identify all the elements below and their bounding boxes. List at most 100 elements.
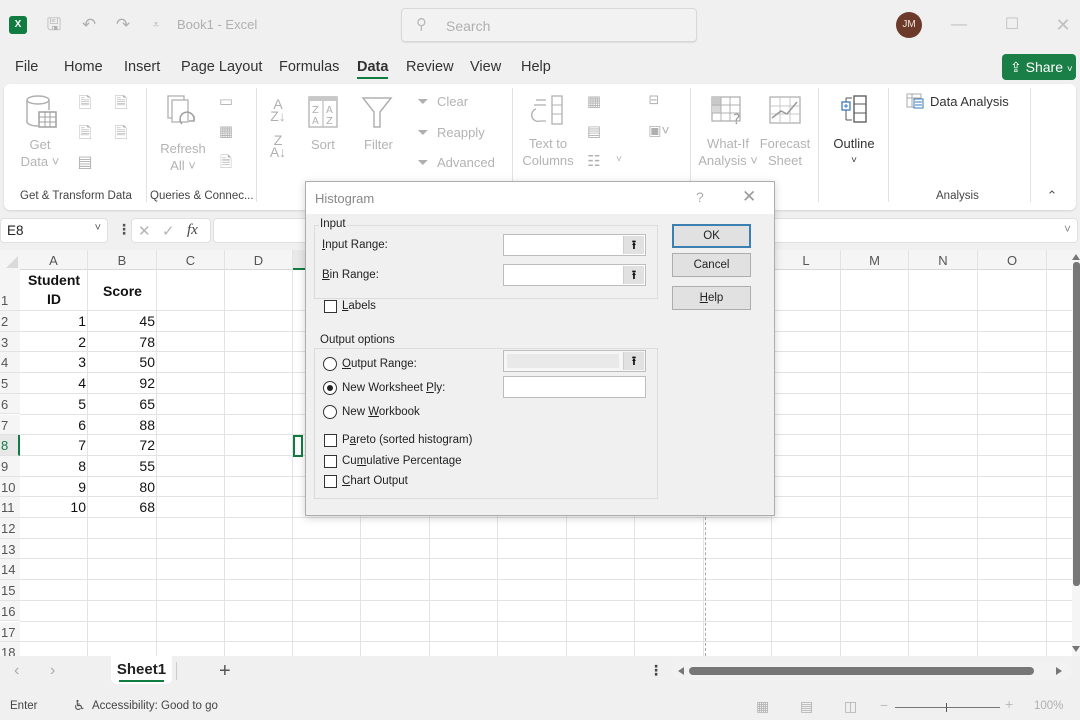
bin-range-field[interactable]: ⭱ <box>503 264 646 286</box>
row-header-14[interactable]: 14 <box>0 559 20 581</box>
zoom-slider-thumb[interactable] <box>946 703 947 712</box>
outline-button[interactable]: Outline ˅ <box>830 135 878 169</box>
row-header-3[interactable]: 3 <box>0 331 20 353</box>
sort-descending-icon[interactable]: Z A↓ <box>266 133 290 159</box>
row-header-9[interactable]: 9 <box>0 455 20 477</box>
close-icon[interactable]: ✕ <box>1050 12 1076 38</box>
output-range-radio[interactable] <box>323 357 337 371</box>
page-layout-view-icon[interactable]: ▤ <box>800 698 813 715</box>
page-break-preview-icon[interactable]: ◫ <box>844 698 857 715</box>
scroll-left-icon[interactable] <box>678 667 684 675</box>
tab-file[interactable]: File <box>15 59 38 75</box>
row-header-8[interactable]: 8 <box>0 435 20 456</box>
avatar[interactable]: JM <box>896 12 922 38</box>
recent-sources-icon[interactable]: 🗎 <box>112 92 130 112</box>
name-box[interactable]: E8 ˅ <box>0 218 108 243</box>
sort-label[interactable]: Sort <box>311 137 335 152</box>
cell-b9[interactable]: 55 <box>88 458 155 474</box>
column-header-n[interactable]: N <box>909 250 978 270</box>
zoom-in-icon[interactable]: + <box>1005 696 1013 712</box>
what-if-analysis-icon[interactable]: ? <box>711 96 745 128</box>
cell-b8[interactable]: 72 <box>88 437 155 453</box>
chevron-down-icon[interactable]: ˅ <box>95 222 101 234</box>
queries-connections-icon[interactable]: ▭ <box>216 92 236 110</box>
data-analysis-button[interactable]: Data Analysis <box>930 94 1009 109</box>
pareto-checkbox[interactable] <box>324 434 337 447</box>
new-worksheet-ply-field[interactable] <box>503 376 646 398</box>
search-input[interactable]: ⚲ Search <box>401 8 697 42</box>
cell-a4[interactable]: 3 <box>20 354 86 370</box>
tab-formulas[interactable]: Formulas <box>279 59 339 75</box>
existing-connections-icon[interactable]: 🗎 <box>112 122 130 142</box>
zoom-level[interactable]: 100% <box>1034 700 1063 712</box>
row-header-1[interactable]: 1 <box>0 270 20 311</box>
close-icon[interactable]: ✕ <box>742 187 756 207</box>
more-options-icon[interactable]: ⋮ <box>649 662 663 679</box>
row-header-17[interactable]: 17 <box>0 621 20 643</box>
row-header-13[interactable]: 13 <box>0 538 20 560</box>
row-header-4[interactable]: 4 <box>0 352 20 374</box>
column-header-m[interactable]: M <box>841 250 909 270</box>
cell-b10[interactable]: 80 <box>88 479 155 495</box>
row-header-5[interactable]: 5 <box>0 373 20 394</box>
cell-b3[interactable]: 78 <box>88 334 155 350</box>
column-header-b[interactable]: B <box>88 250 157 270</box>
scroll-up-icon[interactable] <box>1072 254 1080 260</box>
row-header-7[interactable]: 7 <box>0 414 20 436</box>
row-header-6[interactable]: 6 <box>0 393 20 415</box>
collapse-ribbon-icon[interactable]: ⌃ <box>1044 188 1060 204</box>
column-header-d[interactable]: D <box>225 250 293 270</box>
expand-formula-bar-icon[interactable]: ˅ <box>1064 222 1071 236</box>
data-model-icon[interactable]: ▣˅ <box>642 122 676 139</box>
row-header-2[interactable]: 2 <box>0 311 20 332</box>
tab-review[interactable]: Review <box>406 59 454 75</box>
sort-ascending-icon[interactable]: A Z↓ <box>266 97 290 123</box>
vertical-scroll-thumb[interactable] <box>1073 262 1080 586</box>
help-button[interactable]: Help <box>672 286 751 310</box>
zoom-out-icon[interactable]: − <box>880 697 888 713</box>
from-text-icon[interactable]: 🗎 <box>76 92 94 112</box>
more-options-icon[interactable]: ⋮ <box>117 221 131 238</box>
scroll-down-icon[interactable] <box>1072 646 1080 652</box>
minimize-icon[interactable]: — <box>946 12 972 38</box>
normal-view-icon[interactable]: ▦ <box>756 698 769 715</box>
undo-icon[interactable]: ↶ <box>78 14 100 36</box>
cell-a7[interactable]: 6 <box>20 417 86 433</box>
ok-button[interactable]: OK <box>672 224 751 248</box>
insert-function-icon[interactable]: fx <box>187 222 198 239</box>
vertical-scrollbar[interactable] <box>1072 250 1080 656</box>
what-if-analysis-button[interactable]: What-If Analysis ˅ <box>698 135 758 169</box>
select-all-corner[interactable] <box>0 250 20 270</box>
remove-duplicates-icon[interactable]: ▤ <box>584 122 604 140</box>
cell-b6[interactable]: 65 <box>88 396 155 412</box>
row-header-15[interactable]: 15 <box>0 580 20 601</box>
cell-a8[interactable]: 7 <box>20 437 86 453</box>
selected-cell-e8[interactable] <box>293 435 303 457</box>
cell-a10[interactable]: 9 <box>20 479 86 495</box>
next-sheet-icon[interactable]: › <box>50 662 55 680</box>
chart-output-checkbox[interactable] <box>324 475 337 488</box>
from-table-icon[interactable]: ▤ <box>76 152 94 172</box>
reapply-button[interactable]: Reapply <box>437 125 485 140</box>
cell-b2[interactable]: 45 <box>88 313 155 329</box>
cancel-button[interactable]: Cancel <box>672 253 751 277</box>
tab-data[interactable]: Data <box>357 59 389 79</box>
dialog-title-bar[interactable]: Histogram ? ✕ <box>306 182 774 214</box>
save-icon[interactable]: 🖫 <box>43 14 65 36</box>
edit-links-icon[interactable]: 🗎 <box>216 152 236 171</box>
collapse-dialog-icon[interactable]: ⭱ <box>623 266 644 284</box>
from-web-icon[interactable]: 🗎 <box>76 122 94 142</box>
input-range-field[interactable]: ⭱ <box>503 234 646 256</box>
refresh-all-button[interactable]: Refresh All ˅ <box>156 140 210 174</box>
cell-a2[interactable]: 1 <box>20 313 86 329</box>
cell-a5[interactable]: 4 <box>20 375 86 391</box>
text-to-columns-button[interactable]: Text to Columns <box>520 135 576 169</box>
output-range-field[interactable]: ⭱ <box>503 350 646 372</box>
filter-icon[interactable] <box>361 96 393 130</box>
cell-a3[interactable]: 2 <box>20 334 86 350</box>
column-header-o[interactable]: O <box>978 250 1047 270</box>
row-header-12[interactable]: 12 <box>0 518 20 539</box>
properties-icon[interactable]: ▦ <box>216 122 236 140</box>
add-sheet-icon[interactable]: + <box>219 660 231 683</box>
cell-a11[interactable]: 10 <box>20 499 86 515</box>
